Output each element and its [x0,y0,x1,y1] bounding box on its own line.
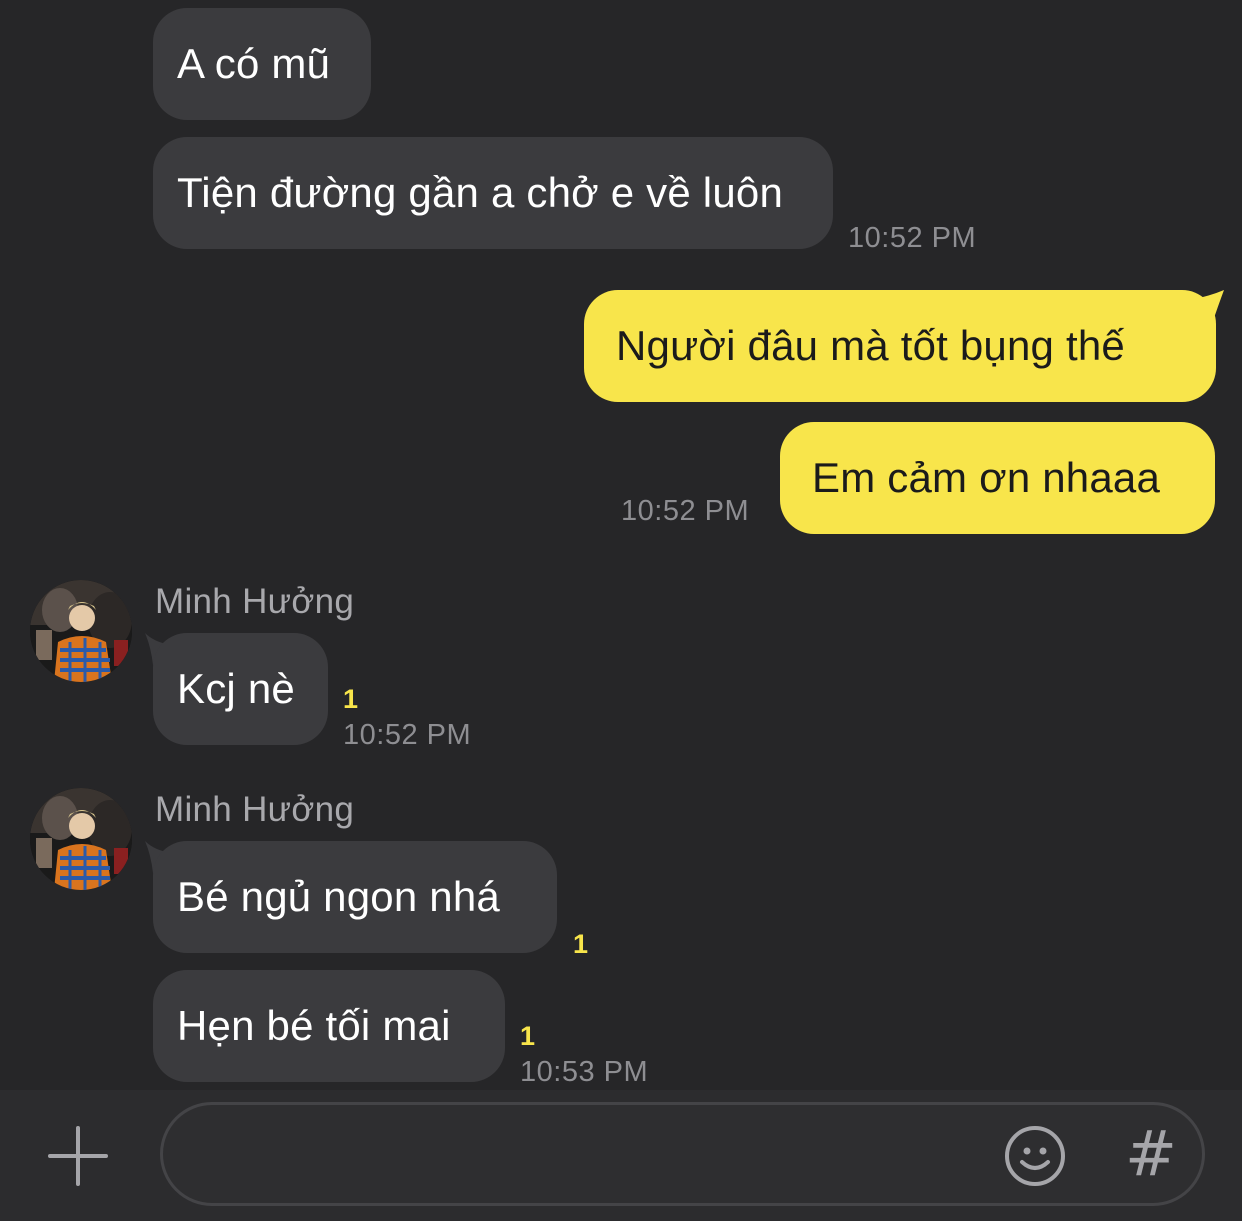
message-text: Hẹn bé tối mai [177,1002,451,1049]
avatar-photo [30,788,132,890]
message-timestamp: 10:52 PM [848,222,977,254]
message-composer: # [0,1090,1242,1221]
message-text: Bé ngủ ngon nhá [177,873,500,920]
hashtag-icon: # [1125,1117,1177,1190]
message-bubble-incoming[interactable]: Hẹn bé tối mai [153,970,505,1082]
chat-area[interactable]: A có mũ Tiện đường gần a chở e về luôn 1… [0,0,1242,1090]
message-bubble-outgoing[interactable]: Người đâu mà tốt bụng thế [584,290,1216,402]
message-input[interactable]: # [160,1102,1205,1206]
unread-count: 1 [520,1021,536,1051]
bubble-tail [1190,290,1224,324]
emoji-icon [1005,1126,1065,1186]
unread-count: 1 [343,684,359,714]
message-timestamp: 10:52 PM [621,495,750,527]
message-text: A có mũ [177,40,331,87]
plus-icon [48,1126,108,1186]
message-timestamp: 10:52 PM [343,719,472,751]
message-text: Tiện đường gần a chở e về luôn [177,169,784,216]
hashtag-button[interactable]: # [1121,1119,1181,1189]
sender-name: Minh Hưởng [155,790,355,829]
emoji-button[interactable] [1003,1124,1067,1188]
message-bubble-incoming[interactable]: Tiện đường gần a chở e về luôn [153,137,833,249]
message-timestamp: 10:53 PM [520,1056,649,1088]
avatar-photo [30,580,132,682]
message-text: Kcj nè [177,665,295,712]
unread-count: 1 [573,929,589,959]
message-bubble-incoming[interactable]: A có mũ [153,8,371,120]
message-bubble-incoming[interactable]: Bé ngủ ngon nhá [153,841,557,953]
message-bubble-outgoing[interactable]: Em cảm ơn nhaaa [780,422,1215,534]
avatar[interactable] [30,580,132,682]
message-text: Em cảm ơn nhaaa [812,454,1161,501]
message-bubble-incoming[interactable]: Kcj nè [153,633,328,745]
message-text: Người đâu mà tốt bụng thế [616,322,1125,369]
add-attachment-button[interactable] [46,1124,110,1188]
sender-name: Minh Hưởng [155,582,355,621]
avatar[interactable] [30,788,132,890]
